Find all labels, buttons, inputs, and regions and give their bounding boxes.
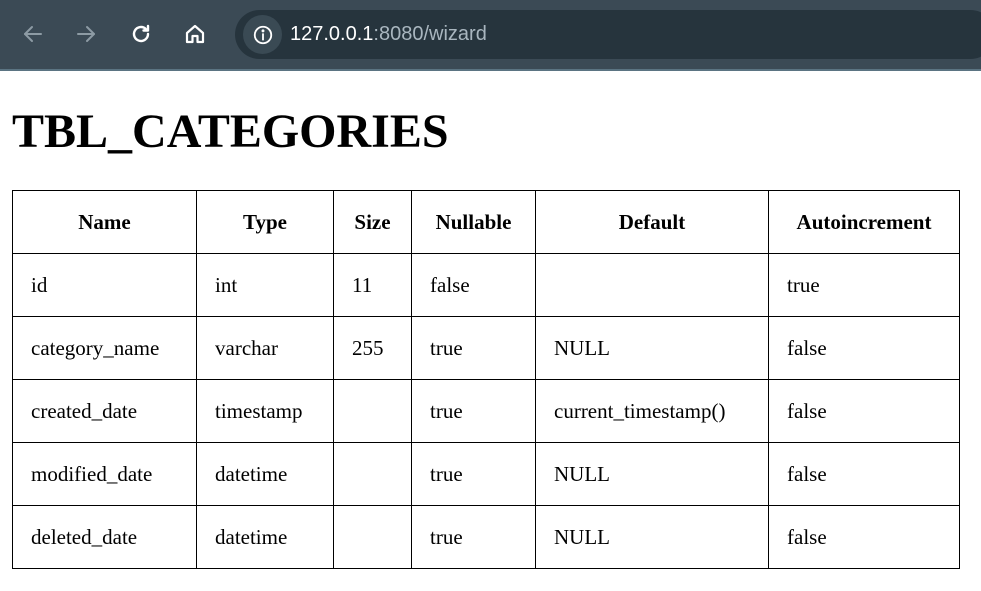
cell-size — [333, 505, 412, 569]
cell-autoincrement: true — [768, 253, 960, 317]
cell-nullable: true — [411, 505, 536, 569]
cell-nullable: true — [411, 316, 536, 380]
forward-button[interactable] — [72, 20, 100, 48]
forward-arrow-icon — [77, 26, 95, 42]
cell-default — [535, 253, 769, 317]
cell-nullable: false — [411, 253, 536, 317]
table-row: category_name varchar 255 true NULL fals… — [12, 316, 960, 380]
home-icon — [185, 24, 205, 44]
cell-type: datetime — [196, 442, 334, 506]
cell-nullable: true — [411, 379, 536, 443]
cell-type: int — [196, 253, 334, 317]
url-path: :8080/wizard — [373, 23, 487, 45]
header-size: Size — [333, 190, 412, 254]
cell-name: modified_date — [12, 442, 197, 506]
browser-toolbar: 127.0.0.1:8080/wizard — [0, 0, 981, 71]
header-name: Name — [12, 190, 197, 254]
cell-autoincrement: false — [768, 379, 960, 443]
reload-icon — [132, 24, 150, 43]
url-host: 127.0.0.1 — [290, 23, 374, 45]
cell-size — [333, 442, 412, 506]
cell-autoincrement: false — [768, 505, 960, 569]
columns-table: Name Type Size Nullable Default Autoincr… — [12, 190, 960, 569]
cell-type: timestamp — [196, 379, 334, 443]
table-row: id int 11 false true — [12, 253, 960, 317]
cell-nullable: true — [411, 442, 536, 506]
cell-size: 11 — [333, 253, 412, 317]
reload-button[interactable] — [127, 20, 155, 48]
site-info-icon — [253, 25, 272, 44]
header-default: Default — [535, 190, 769, 254]
table-header-row: Name Type Size Nullable Default Autoincr… — [12, 190, 960, 254]
table-row: created_date timestamp true current_time… — [12, 379, 960, 443]
address-bar[interactable]: 127.0.0.1:8080/wizard — [235, 10, 981, 59]
cell-size — [333, 379, 412, 443]
header-autoincrement: Autoincrement — [768, 190, 960, 254]
home-button[interactable] — [181, 20, 209, 48]
header-nullable: Nullable — [411, 190, 536, 254]
cell-default: NULL — [535, 442, 769, 506]
back-arrow-icon — [24, 26, 42, 42]
cell-type: datetime — [196, 505, 334, 569]
table-row: deleted_date datetime true NULL false — [12, 505, 960, 569]
cell-default: NULL — [535, 316, 769, 380]
back-button[interactable] — [19, 20, 47, 48]
cell-default: NULL — [535, 505, 769, 569]
page-title: TBL_CATEGORIES — [12, 105, 449, 158]
cell-type: varchar — [196, 316, 334, 380]
cell-size: 255 — [333, 316, 412, 380]
cell-autoincrement: false — [768, 316, 960, 380]
site-info-button[interactable] — [243, 15, 282, 54]
cell-autoincrement: false — [768, 442, 960, 506]
cell-name: deleted_date — [12, 505, 197, 569]
header-type: Type — [196, 190, 334, 254]
url-text[interactable]: 127.0.0.1:8080/wizard — [290, 22, 487, 46]
cell-default: current_timestamp() — [535, 379, 769, 443]
cell-name: id — [12, 253, 197, 317]
table-row: modified_date datetime true NULL false — [12, 442, 960, 506]
cell-name: created_date — [12, 379, 197, 443]
cell-name: category_name — [12, 316, 197, 380]
